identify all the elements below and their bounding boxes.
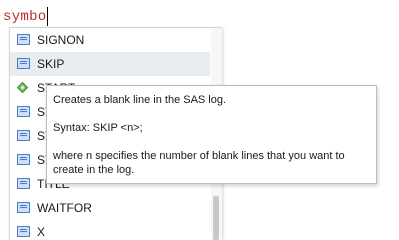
- text-caret: [47, 7, 48, 26]
- macro-diamond-icon: [17, 82, 28, 93]
- statement-icon: [17, 154, 30, 165]
- statement-icon: [17, 226, 30, 237]
- autocomplete-item-label: SIGNON: [37, 33, 85, 47]
- tooltip-detail-line-2: create in the log.: [53, 164, 135, 176]
- tooltip-syntax: Syntax: SKIP <n>;: [53, 122, 143, 134]
- statement-icon: [17, 130, 30, 141]
- autocomplete-item-x[interactable]: X: [10, 220, 210, 240]
- help-tooltip: Creates a blank line in the SAS log. Syn…: [46, 85, 377, 184]
- statement-icon: [17, 178, 30, 189]
- autocomplete-item-label: WAITFOR: [37, 201, 92, 215]
- statement-icon: [17, 58, 30, 69]
- statement-icon: [17, 106, 30, 117]
- editor-typed-text[interactable]: symbo: [3, 9, 47, 25]
- tooltip-description: Creates a blank line in the SAS log.: [53, 94, 227, 106]
- autocomplete-item-label: SKIP: [37, 57, 65, 71]
- autocomplete-item-signon[interactable]: SIGNON: [10, 28, 210, 52]
- autocomplete-item-label: X: [37, 225, 46, 239]
- autocomplete-item-skip[interactable]: SKIP: [10, 52, 210, 76]
- autocomplete-item-waitfor[interactable]: WAITFOR: [10, 196, 210, 220]
- statement-icon: [17, 34, 30, 45]
- statement-icon: [17, 202, 30, 213]
- tooltip-detail-line-1: where n specifies the number of blank li…: [53, 150, 345, 162]
- scrollbar-thumb[interactable]: [213, 196, 219, 240]
